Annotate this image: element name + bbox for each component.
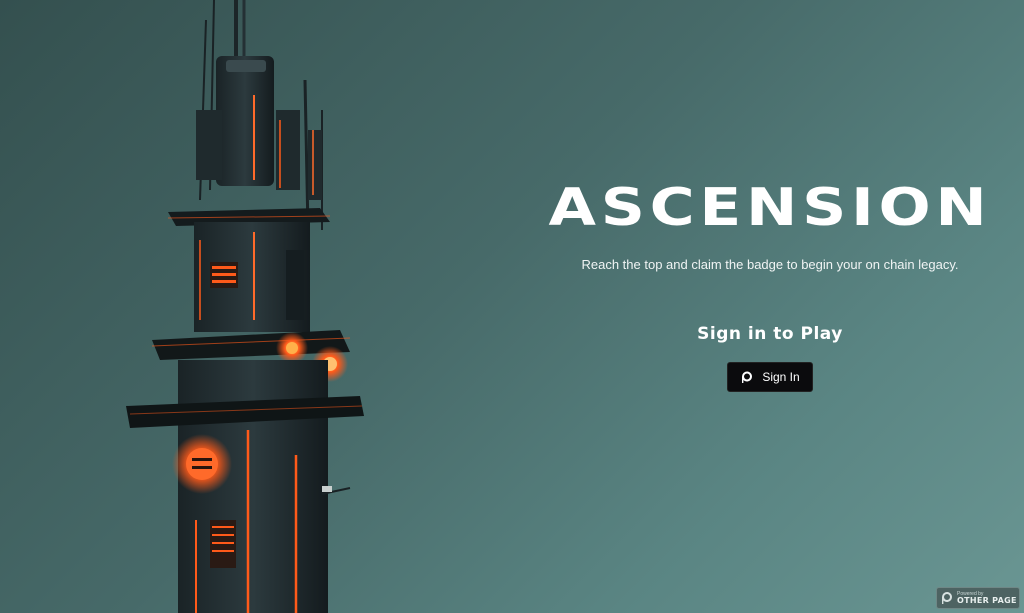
hero-section: ASCENSION Reach the top and claim the ba… [548, 179, 987, 393]
powered-by-badge[interactable]: Powered by OTHER PAGE [936, 587, 1020, 609]
tagline: Reach the top and claim the badge to beg… [581, 257, 959, 273]
other-page-logo-icon [942, 592, 952, 604]
game-title: ASCENSION [548, 178, 992, 238]
brand-name: OTHER PAGE [957, 595, 1017, 605]
signin-heading: Sign in to Play [697, 324, 843, 345]
tower-illustration [126, 0, 364, 613]
sign-in-button[interactable]: Sign In [727, 362, 813, 393]
sign-in-button-label: Sign In [762, 370, 800, 385]
other-page-logo-icon [742, 371, 753, 384]
